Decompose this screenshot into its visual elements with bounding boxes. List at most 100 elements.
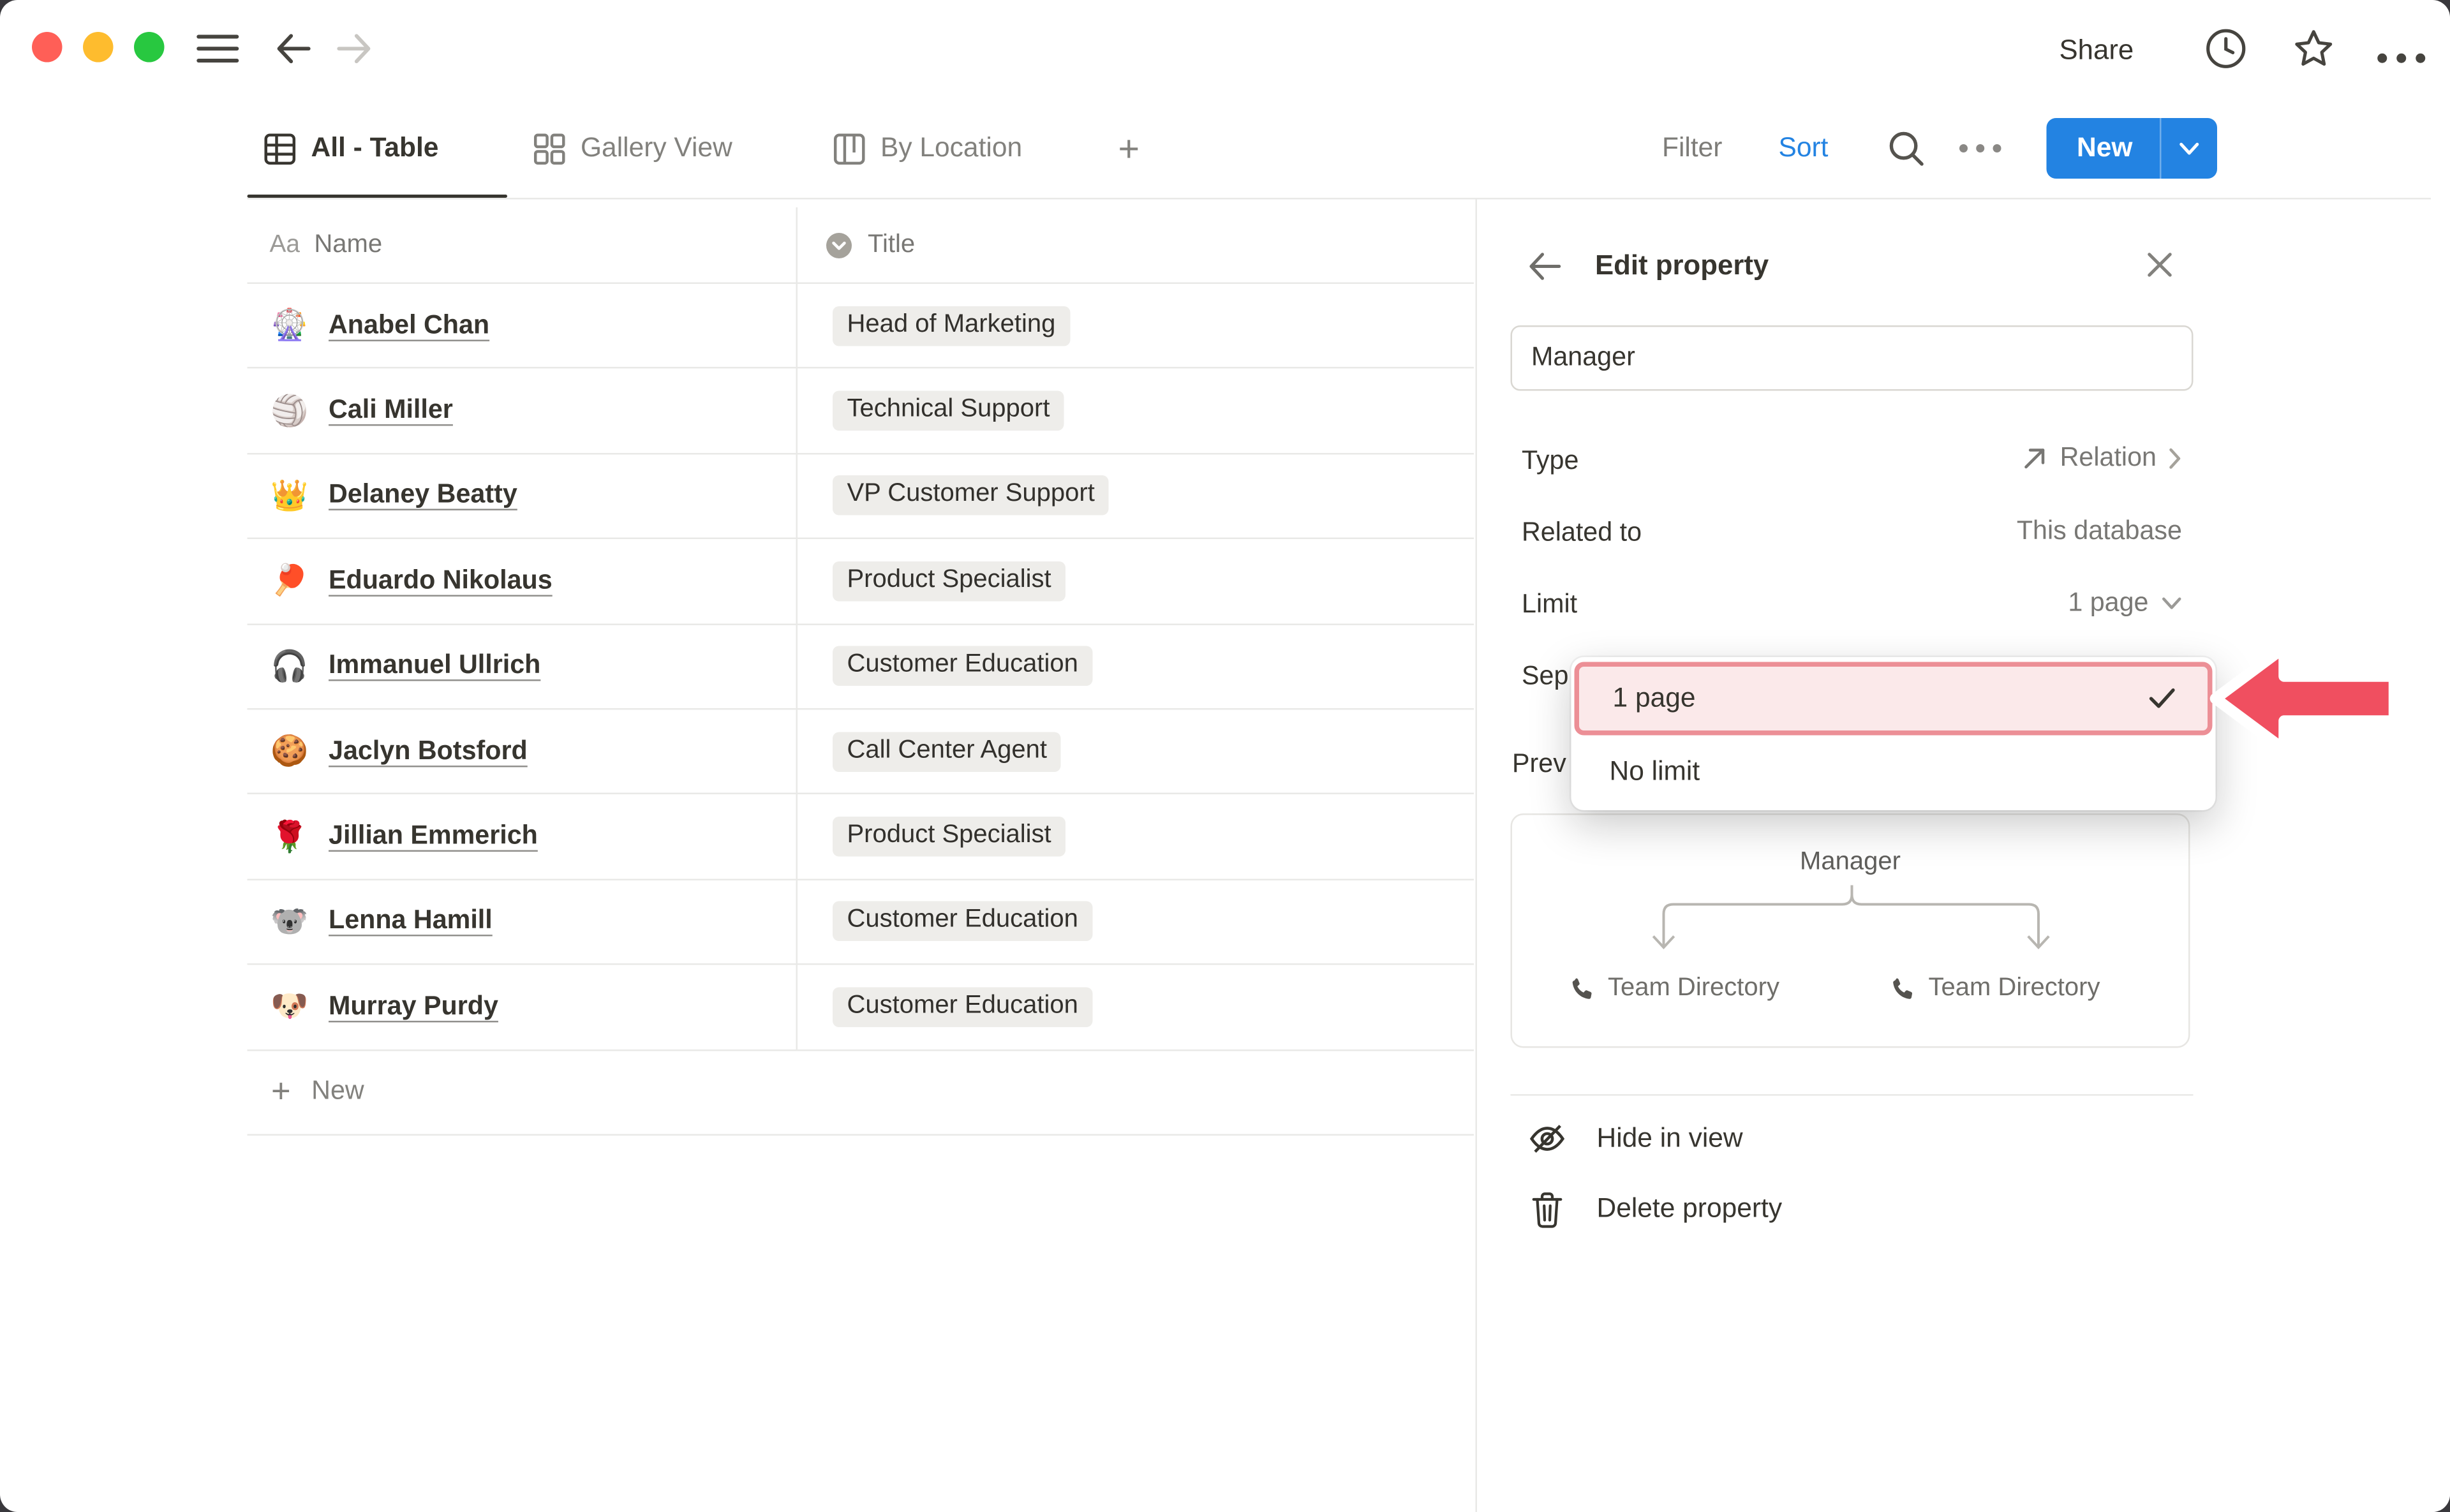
- tab-label: Gallery View: [581, 133, 732, 165]
- title-cell[interactable]: Head of Marketing: [798, 284, 1070, 367]
- trash-icon: [1530, 1189, 1565, 1229]
- favorite-button[interactable]: [2292, 27, 2336, 78]
- column-label: Name: [314, 230, 382, 259]
- page-name-link[interactable]: Anabel Chan: [329, 311, 489, 341]
- table-row[interactable]: 🏓 Eduardo Nikolaus Product Specialist: [248, 539, 1474, 624]
- field-value-related-to[interactable]: This database: [2017, 517, 2182, 547]
- window-more-button[interactable]: [2377, 43, 2426, 72]
- window-controls: [32, 32, 165, 63]
- table-row[interactable]: 🎡 Anabel Chan Head of Marketing: [248, 284, 1474, 369]
- sidebar-toggle-button[interactable]: [197, 34, 240, 72]
- name-cell[interactable]: 👑 Delaney Beatty: [248, 454, 798, 538]
- limit-option-no-limit[interactable]: No limit: [1571, 737, 2216, 807]
- page-emoji-icon: 🏓: [268, 562, 311, 600]
- tab-all-table[interactable]: All - Table: [264, 99, 439, 198]
- page-name-link[interactable]: Immanuel Ullrich: [329, 651, 540, 682]
- tab-by-location[interactable]: By Location: [833, 99, 1022, 198]
- title-cell[interactable]: Customer Education: [798, 880, 1092, 963]
- page-name-link[interactable]: Lenna Hamill: [329, 907, 493, 937]
- new-row-button[interactable]: + New: [248, 1050, 1474, 1135]
- panel-back-button[interactable]: [1528, 252, 1562, 289]
- table-row[interactable]: 🏐 Cali Miller Technical Support: [248, 369, 1474, 454]
- updates-button[interactable]: [2204, 27, 2248, 78]
- name-cell[interactable]: 🏐 Cali Miller: [248, 369, 798, 452]
- page-name-link[interactable]: Delaney Beatty: [329, 481, 517, 512]
- title-cell[interactable]: VP Customer Support: [798, 454, 1109, 538]
- search-icon: [1887, 130, 1926, 168]
- name-cell[interactable]: 🌹 Jillian Emmerich: [248, 795, 798, 878]
- hide-in-view-button[interactable]: Hide in view: [1527, 1115, 1743, 1163]
- limit-option-1-page[interactable]: 1 page: [1575, 662, 2213, 736]
- back-button[interactable]: [274, 32, 311, 73]
- share-button[interactable]: Share: [2060, 34, 2134, 68]
- action-label: Delete property: [1597, 1193, 1783, 1225]
- page-emoji-icon: 🍪: [268, 732, 311, 771]
- column-label: Title: [868, 230, 915, 259]
- name-cell[interactable]: 🐨 Lenna Hamill: [248, 880, 798, 963]
- table-header: Aa Name Title: [248, 207, 1474, 284]
- field-value-text: 1 page: [2068, 589, 2148, 619]
- close-window-button[interactable]: [32, 32, 63, 63]
- delete-property-button[interactable]: Delete property: [1530, 1185, 1783, 1233]
- title-tag: Customer Education: [833, 902, 1092, 942]
- page-emoji-icon: 🎡: [268, 306, 311, 345]
- page-name-link[interactable]: Jaclyn Botsford: [329, 736, 528, 767]
- page-emoji-icon: 🌹: [268, 817, 311, 856]
- column-header-title[interactable]: Title: [798, 207, 915, 283]
- page-name-link[interactable]: Jillian Emmerich: [329, 822, 538, 852]
- annotation-arrow: [2208, 637, 2405, 761]
- table-row[interactable]: 🍪 Jaclyn Botsford Call Center Agent: [248, 709, 1474, 794]
- title-cell[interactable]: Customer Education: [798, 625, 1092, 708]
- name-cell[interactable]: 🍪 Jaclyn Botsford: [248, 709, 798, 793]
- page-name-link[interactable]: Eduardo Nikolaus: [329, 566, 553, 597]
- preview-node-left: Team Directory: [1570, 975, 1779, 1004]
- title-cell[interactable]: Product Specialist: [798, 795, 1065, 878]
- zoom-window-button[interactable]: [134, 32, 165, 63]
- table-row[interactable]: 🌹 Jillian Emmerich Product Specialist: [248, 795, 1474, 880]
- name-cell[interactable]: 🐶 Murray Purdy: [248, 965, 798, 1049]
- field-value-type[interactable]: Relation: [2022, 443, 2182, 474]
- field-value-text: This database: [2017, 517, 2182, 545]
- sort-button[interactable]: Sort: [1779, 99, 1829, 198]
- forward-button[interactable]: [337, 32, 374, 73]
- hamburger-icon: [197, 34, 240, 64]
- preview-label-clipped: Prev: [1512, 750, 1566, 780]
- minimize-window-button[interactable]: [83, 32, 114, 63]
- new-button[interactable]: New: [2047, 118, 2160, 179]
- property-name-input[interactable]: [1511, 325, 2194, 391]
- option-label: 1 page: [1613, 683, 1696, 715]
- title-cell[interactable]: Customer Education: [798, 965, 1092, 1049]
- name-cell[interactable]: 🎡 Anabel Chan: [248, 284, 798, 367]
- title-tag: Technical Support: [833, 391, 1064, 431]
- limit-dropdown-menu: 1 page No limit: [1571, 657, 2216, 810]
- view-options-button[interactable]: [1959, 99, 2002, 198]
- table-row[interactable]: 👑 Delaney Beatty VP Customer Support: [248, 454, 1474, 539]
- title-cell[interactable]: Technical Support: [798, 369, 1064, 452]
- page-name-link[interactable]: Cali Miller: [329, 396, 453, 426]
- check-icon: [2149, 688, 2176, 710]
- table-row[interactable]: 🐨 Lenna Hamill Customer Education: [248, 880, 1474, 965]
- preview-node-label: Team Directory: [1929, 975, 2100, 1004]
- title-cell[interactable]: Call Center Agent: [798, 709, 1062, 793]
- field-value-limit[interactable]: 1 page: [2068, 589, 2182, 619]
- new-dropdown-button[interactable]: [2161, 118, 2217, 179]
- name-cell[interactable]: 🎧 Immanuel Ullrich: [248, 625, 798, 708]
- forward-arrow-icon: [337, 32, 374, 66]
- text-property-icon: Aa: [270, 230, 300, 259]
- table-row[interactable]: 🐶 Murray Purdy Customer Education: [248, 965, 1474, 1050]
- panel-close-button[interactable]: [2146, 251, 2174, 288]
- table-row[interactable]: 🎧 Immanuel Ullrich Customer Education: [248, 625, 1474, 709]
- add-view-button[interactable]: +: [1118, 99, 1140, 198]
- title-tag: Customer Education: [833, 987, 1092, 1027]
- search-button[interactable]: [1887, 99, 1926, 198]
- filter-button[interactable]: Filter: [1662, 99, 1722, 198]
- tab-gallery-view[interactable]: Gallery View: [533, 99, 732, 198]
- panel-divider: [1511, 1094, 2194, 1096]
- action-label: Hide in view: [1597, 1123, 1743, 1155]
- page-name-link[interactable]: Murray Purdy: [329, 992, 498, 1023]
- name-cell[interactable]: 🏓 Eduardo Nikolaus: [248, 539, 798, 623]
- column-header-name[interactable]: Aa Name: [248, 207, 798, 283]
- page-emoji-icon: 🎧: [268, 647, 311, 685]
- field-label-separate-clipped: Sep: [1522, 662, 1568, 693]
- title-cell[interactable]: Product Specialist: [798, 539, 1065, 623]
